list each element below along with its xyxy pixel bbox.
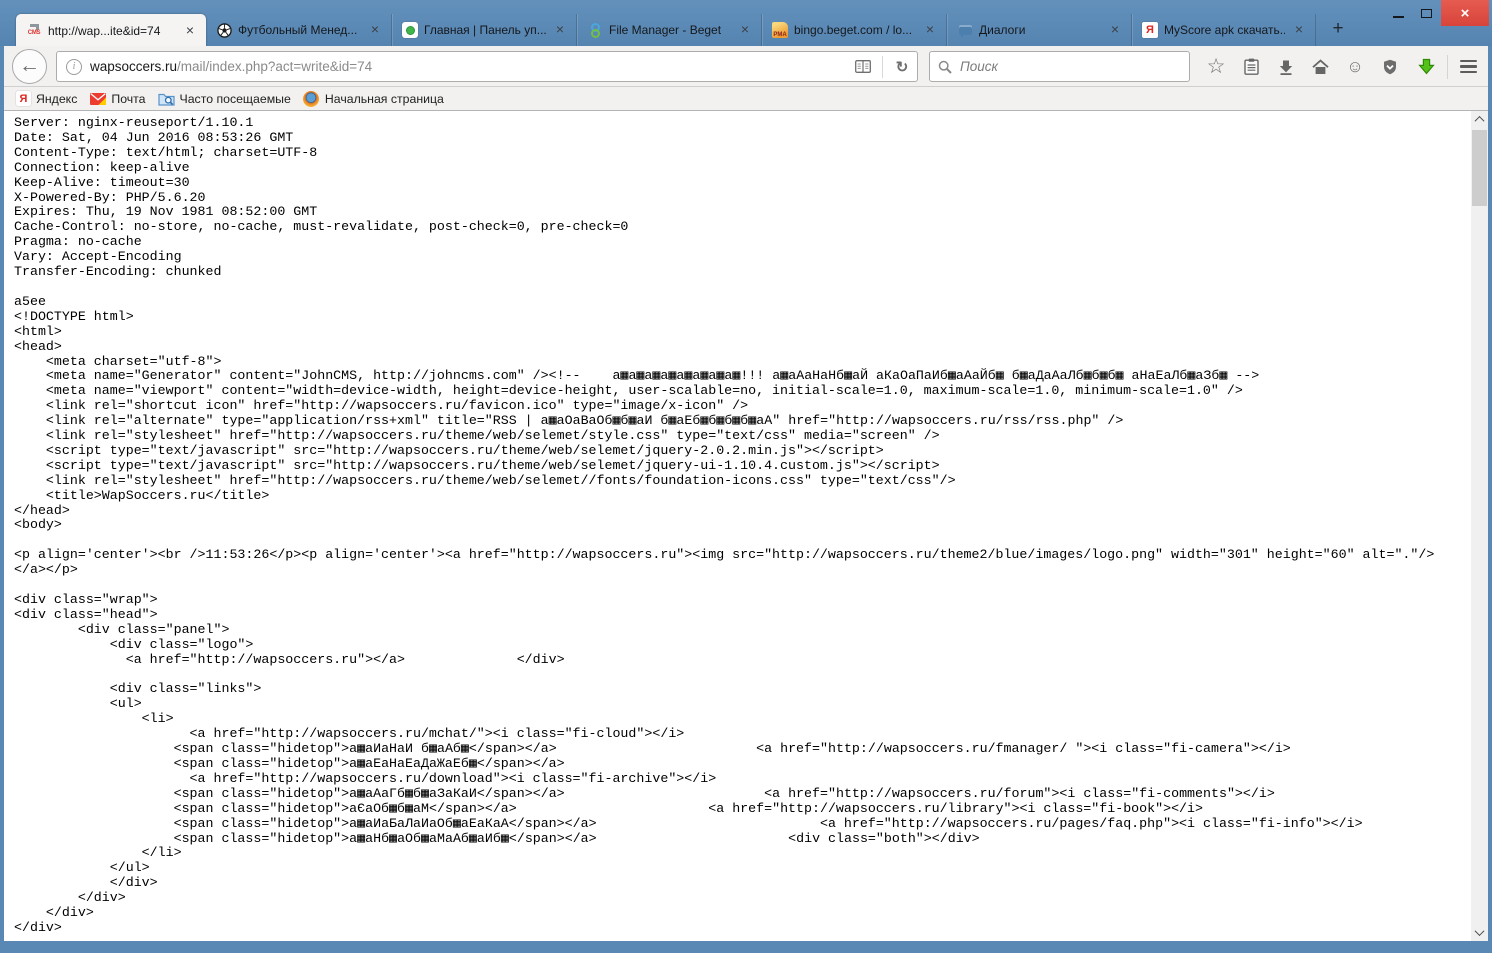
tab-title: Главная | Панель уп... bbox=[424, 23, 546, 37]
reader-mode-icon[interactable] bbox=[848, 53, 878, 81]
tab-myscore[interactable]: Я MyScore apk скачать... × bbox=[1131, 14, 1316, 46]
tab-dialogs[interactable]: Диалоги × bbox=[946, 14, 1131, 46]
beget-icon bbox=[587, 22, 603, 38]
new-tab-button[interactable]: + bbox=[1325, 17, 1351, 42]
browser-window: { "colors": { "frame_blue": "#5a88b4", "… bbox=[0, 0, 1492, 953]
bookmark-label: Почта bbox=[111, 91, 146, 106]
minimize-icon bbox=[1392, 16, 1404, 18]
menu-icon[interactable] bbox=[1452, 51, 1484, 82]
download-helper-icon[interactable] bbox=[1410, 51, 1442, 82]
reload-icon[interactable]: ↻ bbox=[887, 53, 917, 81]
url-text[interactable]: wapsoccers.ru/mail/index.php?act=write&i… bbox=[90, 59, 848, 74]
beget-panel-icon bbox=[402, 22, 418, 38]
phpmyadmin-icon: PMA bbox=[772, 22, 788, 38]
url-bar[interactable]: i wapsoccers.ru/mail/index.php?act=write… bbox=[56, 51, 918, 82]
scroll-up-icon[interactable] bbox=[1471, 111, 1488, 128]
page-info-icon[interactable]: i bbox=[66, 58, 82, 75]
minimize-button[interactable] bbox=[1384, 0, 1412, 26]
close-button[interactable]: × bbox=[1441, 0, 1489, 26]
tab-title: bingo.beget.com / lo... bbox=[794, 23, 913, 37]
bookmark-label: Начальная страница bbox=[324, 91, 444, 106]
bookmarks-menu-icon[interactable] bbox=[1235, 51, 1267, 82]
bookmark-frequent[interactable]: Часто посещаемые bbox=[152, 89, 297, 109]
url-path: /mail/index.php?act=write&id=74 bbox=[177, 59, 373, 74]
raw-source-text: Server: nginx-reuseport/1.10.1 Date: Sat… bbox=[14, 115, 1435, 935]
extension-shield-icon[interactable] bbox=[1374, 51, 1406, 82]
vertical-scrollbar[interactable] bbox=[1471, 111, 1488, 941]
back-button[interactable]: ← bbox=[12, 49, 47, 84]
bookmark-yandex[interactable]: Я Яндекс bbox=[10, 89, 83, 109]
divider bbox=[882, 55, 883, 78]
tab-football-manager[interactable]: Футбольный Менед... × bbox=[206, 14, 391, 46]
tab-title: Футбольный Менед... bbox=[238, 23, 358, 37]
tab-close-icon[interactable]: × bbox=[367, 22, 383, 38]
tab-close-icon[interactable]: × bbox=[1107, 22, 1123, 38]
yandex-icon: Я bbox=[16, 91, 31, 106]
bookmark-home-page[interactable]: Начальная страница bbox=[297, 89, 450, 109]
bookmark-label: Яндекс bbox=[36, 91, 78, 106]
bookmarks-toolbar: Я Яндекс Почта Часто посещаемые Начальна… bbox=[4, 87, 1488, 111]
maximize-icon bbox=[1421, 8, 1432, 18]
firefox-icon bbox=[303, 90, 320, 107]
search-icon bbox=[938, 60, 952, 74]
maximize-button[interactable] bbox=[1412, 0, 1441, 26]
tab-close-icon[interactable]: × bbox=[922, 22, 938, 38]
tab-close-icon[interactable]: × bbox=[1291, 22, 1307, 38]
navigation-toolbar: ← i wapsoccers.ru/mail/index.php?act=wri… bbox=[4, 46, 1488, 87]
page-content: Server: nginx-reuseport/1.10.1 Date: Sat… bbox=[4, 111, 1471, 941]
mail-icon bbox=[89, 91, 106, 107]
tab-phpmyadmin[interactable]: PMA bingo.beget.com / lo... × bbox=[761, 14, 946, 46]
tab-wapsoccers[interactable]: CMS http://wap...ite&id=74 × bbox=[16, 14, 206, 47]
downloads-icon[interactable] bbox=[1270, 51, 1302, 82]
tab-close-icon[interactable]: × bbox=[182, 23, 198, 39]
url-host: wapsoccers.ru bbox=[90, 59, 178, 74]
divider bbox=[1447, 55, 1448, 79]
tab-close-icon[interactable]: × bbox=[737, 22, 753, 38]
bookmark-star-icon[interactable]: ☆ bbox=[1200, 51, 1232, 82]
scroll-down-icon[interactable] bbox=[1471, 924, 1488, 941]
scrollbar-thumb[interactable] bbox=[1472, 130, 1487, 206]
bookmark-mail[interactable]: Почта bbox=[83, 89, 151, 109]
bookmark-label: Часто посещаемые bbox=[179, 91, 291, 106]
tab-title: Диалоги bbox=[979, 23, 1026, 37]
johncms-icon: CMS bbox=[26, 23, 42, 39]
football-icon bbox=[216, 22, 232, 38]
search-bar[interactable] bbox=[929, 51, 1190, 82]
close-icon: × bbox=[1460, 4, 1470, 22]
yandex-icon: Я bbox=[1142, 22, 1158, 38]
folder-search-icon bbox=[157, 91, 175, 107]
tab-beget-panel[interactable]: Главная | Панель уп... × bbox=[391, 14, 576, 46]
tab-title: MyScore apk скачать... bbox=[1164, 23, 1285, 37]
extension-smiley-icon[interactable]: ☺ bbox=[1339, 51, 1371, 82]
tab-title: File Manager - Beget bbox=[609, 23, 722, 37]
tab-close-icon[interactable]: × bbox=[552, 22, 568, 38]
tab-title: http://wap...ite&id=74 bbox=[48, 23, 161, 38]
search-input[interactable] bbox=[958, 58, 1189, 75]
titlebar[interactable]: CMS http://wap...ite&id=74 × Футбольный … bbox=[0, 0, 1492, 47]
chat-bubble-icon bbox=[957, 22, 973, 38]
tab-file-manager[interactable]: File Manager - Beget × bbox=[576, 14, 761, 46]
home-icon[interactable] bbox=[1304, 51, 1336, 82]
